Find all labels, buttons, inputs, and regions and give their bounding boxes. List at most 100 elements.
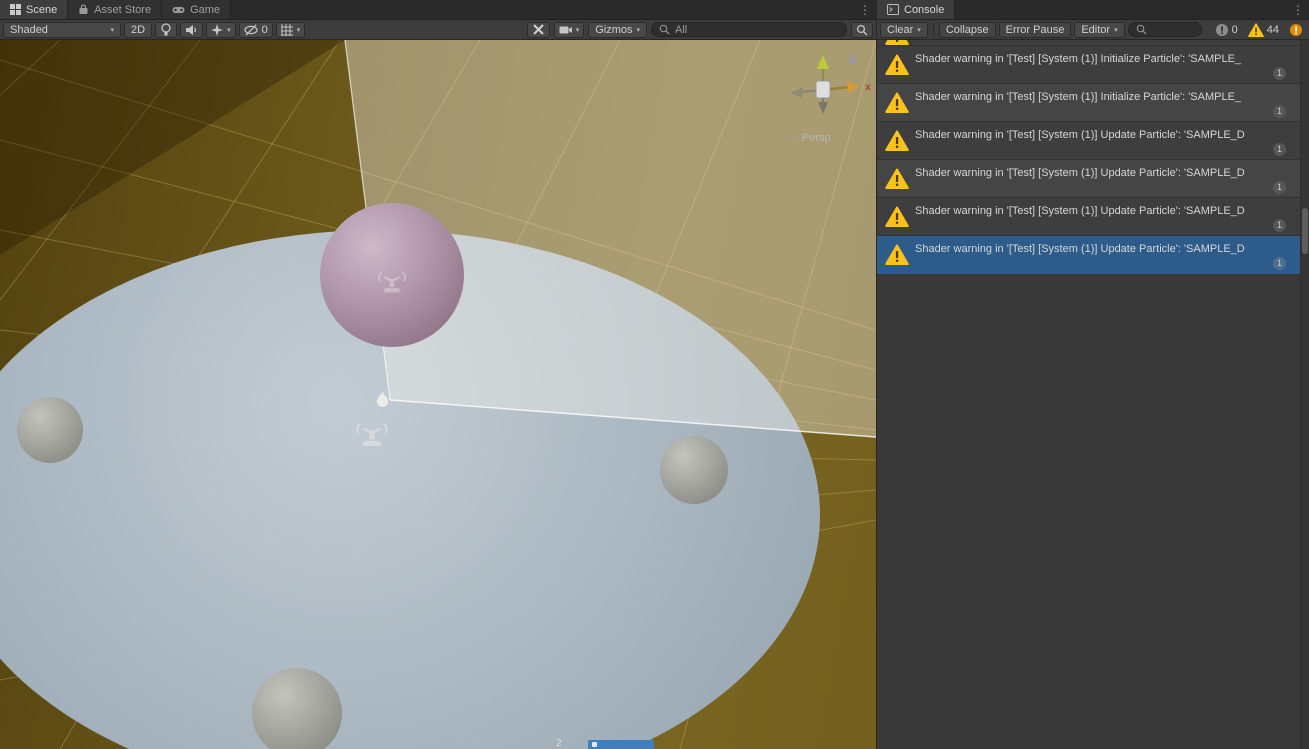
- shading-mode-dropdown[interactable]: Shaded ▾: [3, 21, 121, 38]
- console-entry-text: Shader warning in '[Test] [System (1)] U…: [915, 243, 1245, 255]
- clear-dropdown[interactable]: Clear ▾: [880, 21, 928, 38]
- shading-mode-label: Shaded: [10, 23, 48, 36]
- collapse-toggle[interactable]: Collapse: [938, 21, 996, 38]
- warning-icon: [1247, 22, 1264, 37]
- info-filter-toggle[interactable]: 0: [1212, 23, 1241, 37]
- grid-snap-icon: [280, 23, 293, 36]
- speaker-icon: [185, 24, 198, 36]
- scene-audio-button[interactable]: [180, 21, 204, 38]
- info-count: 0: [1231, 23, 1238, 36]
- axis-x-label: x: [865, 82, 871, 93]
- warning-icon: [885, 54, 909, 75]
- chevron-down-icon: ▾: [575, 26, 580, 34]
- chip-icon: [591, 742, 597, 747]
- console-entry[interactable]: Shader warning in '[Test] [System (1)] U…: [877, 160, 1300, 198]
- scene-toolbar: Shaded ▾ 2D ▾ 0 ▾ ▾ Gizmos ▾ All: [0, 20, 876, 40]
- warning-icon: [885, 40, 909, 45]
- console-entry-text: Shader warning in '[Test] [System (1)] U…: [915, 167, 1245, 179]
- console-entry-text: Shader warning in '[Test] [System (1)] U…: [915, 129, 1245, 141]
- tab-label: Asset Store: [94, 3, 152, 16]
- collapse-count-badge: 1: [1272, 105, 1286, 118]
- scene-panel: Scene Asset Store Game ⋮ Shaded ▾ 2D ▾ 0…: [0, 0, 876, 749]
- scene-grid-dropdown[interactable]: ▾: [275, 21, 306, 38]
- gizmos-dropdown[interactable]: Gizmos ▾: [588, 21, 647, 38]
- toggle-2d-button[interactable]: 2D: [124, 21, 153, 38]
- chevron-down-icon: ▾: [1114, 26, 1118, 34]
- console-toolbar: Clear ▾ Collapse Error Pause Editor ▾ 0: [877, 20, 1309, 40]
- chevron-down-icon: ▾: [110, 26, 114, 34]
- console-search-field[interactable]: [1127, 22, 1202, 37]
- chevron-left-icon: <: [792, 132, 798, 144]
- lightbulb-icon: [160, 23, 172, 36]
- scene-viewport[interactable]: y x < Persp 2: [0, 40, 876, 749]
- warning-count: 44: [1266, 23, 1279, 36]
- tab-label: Scene: [26, 3, 58, 16]
- plane-edges: [344, 40, 876, 438]
- zoom-icon: [856, 24, 868, 36]
- scene-lighting-button[interactable]: [155, 21, 178, 38]
- console-entry[interactable]: Shader warning in '[Test] [System (1)] U…: [877, 122, 1300, 160]
- search-icon: [659, 24, 670, 35]
- gizmo-center-cube: [815, 80, 831, 99]
- warning-icon: [885, 206, 909, 227]
- gamepad-icon: [172, 4, 185, 15]
- warning-icon: [885, 168, 909, 189]
- lock-icon[interactable]: [846, 52, 859, 65]
- console-tabbar: Console ⋮: [877, 0, 1309, 20]
- tab-game[interactable]: Game: [162, 0, 232, 19]
- gray-sphere[interactable]: [252, 668, 342, 749]
- error-icon: [1289, 23, 1303, 37]
- toolbar-divider: [932, 22, 934, 37]
- tab-asset-store[interactable]: Asset Store: [68, 0, 163, 19]
- scrollbar-thumb[interactable]: [1302, 208, 1308, 254]
- tools-icon: [532, 23, 545, 36]
- console-log-list[interactable]: Shader warning in '[Test] [System (1)] I…: [877, 40, 1300, 749]
- grid-icon: [10, 4, 21, 15]
- chevron-down-icon: ▾: [296, 26, 301, 34]
- panel-menu-icon[interactable]: ⋮: [859, 2, 871, 18]
- warning-icon: [885, 92, 909, 113]
- axis-x-cone: [847, 81, 860, 93]
- console-scrollbar[interactable]: [1300, 40, 1309, 749]
- console-entry[interactable]: Shader warning in '[Test] [System (1)] I…: [877, 84, 1300, 122]
- chevron-down-icon: ▾: [917, 26, 921, 34]
- particle-system-gizmo-icon[interactable]: [352, 412, 392, 452]
- warning-icon: [885, 130, 909, 151]
- scene-camera-dropdown[interactable]: ▾: [553, 21, 585, 38]
- gray-sphere[interactable]: [17, 397, 83, 463]
- error-filter-toggle[interactable]: [1286, 23, 1306, 37]
- axis-y-cone: [817, 55, 829, 69]
- warning-filter-toggle[interactable]: 44: [1245, 22, 1282, 37]
- editor-dropdown[interactable]: Editor ▾: [1074, 21, 1125, 38]
- frame-zoom-button[interactable]: [851, 21, 873, 38]
- tab-console[interactable]: Console: [877, 0, 956, 19]
- scene-effects-dropdown[interactable]: ▾: [206, 21, 236, 38]
- tab-scene[interactable]: Scene: [0, 0, 69, 19]
- gray-sphere[interactable]: [660, 436, 728, 504]
- console-entry[interactable]: Shader warning in '[Test] [System (1)] U…: [877, 236, 1300, 274]
- collapse-count-badge: 1: [1272, 143, 1286, 156]
- overlay-selected-chip[interactable]: [587, 740, 654, 749]
- projection-toggle[interactable]: < Persp: [792, 132, 831, 144]
- collapse-count-badge: 1: [1272, 257, 1286, 270]
- console-entry-text: Shader warning in '[Test] [System (1)] I…: [915, 91, 1242, 103]
- scene-bottom-overlay[interactable]: 2: [556, 739, 654, 749]
- scene-visibility-button[interactable]: 0: [238, 21, 273, 38]
- axis-y-label: y: [821, 45, 826, 56]
- error-pause-toggle[interactable]: Error Pause: [998, 21, 1072, 38]
- chevron-down-icon: ▾: [227, 26, 231, 34]
- console-entry[interactable]: Shader warning in '[Test] [System (1)] I…: [877, 46, 1300, 84]
- bag-icon: [78, 4, 89, 15]
- flame-gizmo-icon[interactable]: [375, 390, 390, 407]
- collapse-count-badge: 1: [1272, 67, 1286, 80]
- console-icon: [887, 4, 899, 15]
- particle-system-gizmo-icon[interactable]: [374, 262, 410, 298]
- search-filter-label: All: [675, 23, 688, 36]
- scene-search-field[interactable]: All: [651, 22, 847, 37]
- scene-tools-button[interactable]: [526, 21, 550, 38]
- console-panel: Console ⋮ Clear ▾ Collapse Error Pause E…: [877, 0, 1309, 749]
- tab-label: Game: [190, 3, 221, 16]
- console-entry-text: Shader warning in '[Test] [System (1)] U…: [915, 205, 1245, 217]
- console-entry[interactable]: Shader warning in '[Test] [System (1)] U…: [877, 198, 1300, 236]
- panel-menu-icon[interactable]: ⋮: [1292, 2, 1304, 18]
